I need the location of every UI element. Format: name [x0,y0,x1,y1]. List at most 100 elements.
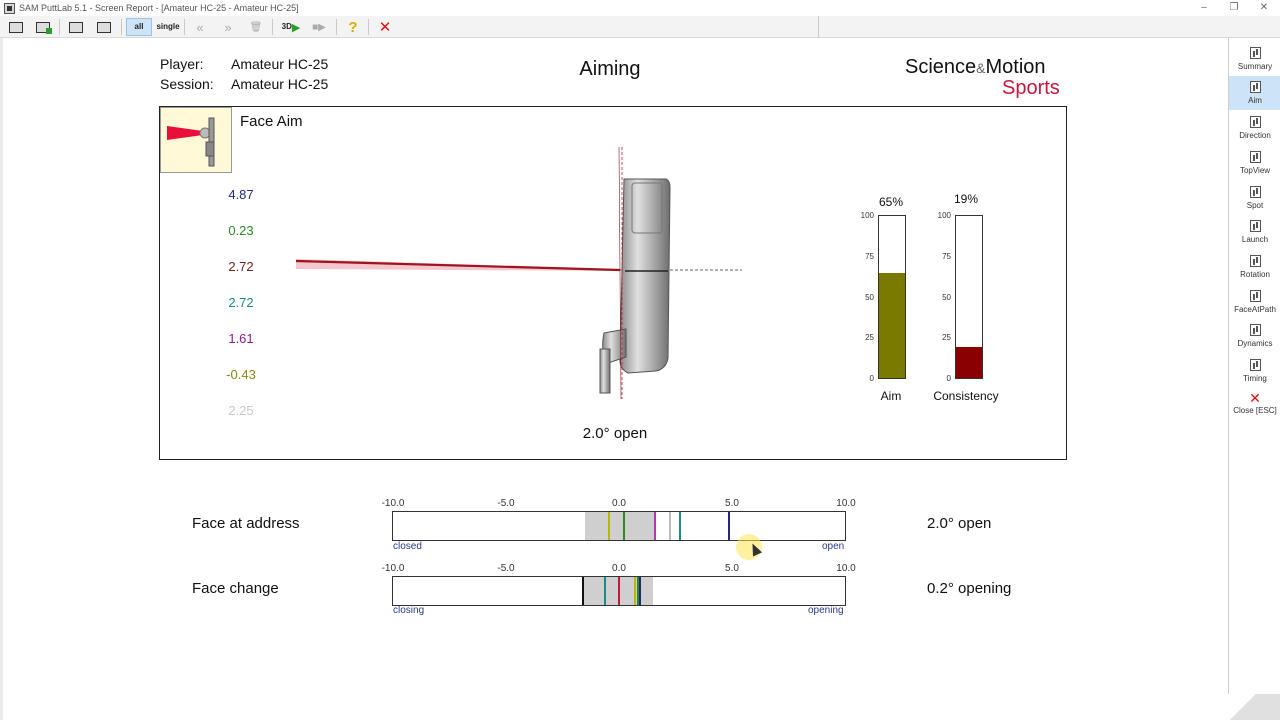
next-button[interactable]: » [217,18,239,36]
toolbar-separator [121,19,122,35]
watermark-logo [1222,694,1280,720]
scale-tick: 0.0 [612,498,626,509]
report-icon [1249,359,1261,371]
film-icon [9,21,23,33]
aim-percent: 65% [878,195,904,209]
gauge-tick: 75 [942,252,951,261]
face-at-address-scale [392,511,846,541]
gauge-tick: 75 [865,252,874,261]
open-session-button[interactable] [32,18,54,36]
save-icon [69,21,83,33]
threed-label: 3D [281,22,292,31]
window-title: SAM PuttLab 5.1 - Screen Report - [Amate… [19,3,299,13]
report-icon [1249,255,1261,267]
face-aim-thumbnail [160,107,232,173]
report-icon [1249,186,1261,198]
brand-science: Science [905,56,977,78]
nav-rotation[interactable]: Rotation [1229,250,1280,284]
nav-direction[interactable]: Direction [1229,111,1280,145]
close-icon: ✕ [1249,390,1261,406]
brand-sports: Sports [1002,77,1060,99]
nav-launch[interactable]: Launch [1229,215,1280,249]
face-change-label: Face change [192,580,279,597]
report-navigation: Summary Aim Direction TopView Spot Launc… [1228,38,1280,720]
brand-amp: & [976,60,986,76]
close-report-button[interactable]: ✕ [374,18,396,36]
nav-aim[interactable]: Aim [1229,76,1280,110]
face-aim-panel: Face Aim 4.87 0.23 2.72 2.72 1.61 -0.43 … [159,106,1067,460]
report-icon [1249,290,1261,302]
content-border [0,38,3,720]
nav-faceatpath[interactable]: FaceAtPath [1229,285,1280,319]
toolbar: all single « » 🗑 3D ▶ ■▶ ? ✕ [0,16,1280,38]
nav-topview[interactable]: TopView [1229,146,1280,180]
nav-label: Dynamics [1237,339,1273,348]
toolbar-separator [59,19,60,35]
brand-logo: Science&Motion [905,56,1046,79]
aim-value: 2.72 [228,295,254,310]
page-title: Aiming [579,58,641,80]
play-3d-button[interactable]: 3D ▶ [278,18,304,36]
film-add-icon [36,21,52,34]
print-button[interactable] [93,18,115,36]
minimize-button[interactable]: – [1188,0,1220,16]
restore-button[interactable]: ❐ [1218,0,1250,16]
toolbar-separator [336,19,337,35]
nav-timing[interactable]: Timing [1229,354,1280,388]
scale-right-end: open [822,541,845,552]
putter-aim-icon [167,117,215,167]
gauge-tick: 50 [942,293,951,302]
close-window-button[interactable]: ✕ [1248,0,1280,16]
scale-marker [623,512,626,540]
scale-marker [679,512,682,540]
scale-tick: 5.0 [725,498,739,509]
report-icon [1249,151,1261,163]
delete-button[interactable]: 🗑 [245,18,267,36]
nav-label: Aim [1248,96,1262,105]
aim-value: 4.87 [228,187,254,202]
scale-marker [604,577,607,605]
scale-right-end: opening [808,605,844,616]
nav-label: Summary [1237,62,1273,71]
print-icon [97,21,111,33]
all-putts-button[interactable]: all [126,18,152,36]
scale-tick: 5.0 [725,563,739,574]
gauge-tick: 50 [865,293,874,302]
nav-dynamics[interactable]: Dynamics [1229,319,1280,353]
session-label: Session: [160,76,214,92]
save-button[interactable] [65,18,87,36]
help-button[interactable]: ? [342,18,364,36]
aim-value: 2.25 [228,403,254,418]
camera-button[interactable]: ■▶ [306,18,332,36]
nav-spot[interactable]: Spot [1229,181,1280,215]
scale-tick: 0.0 [612,563,626,574]
toolbar-separator [184,19,185,35]
open-report-button[interactable] [5,18,27,36]
app-window: SAM PuttLab 5.1 - Screen Report - [Amate… [0,0,1280,720]
toolbar-separator [368,19,369,35]
nav-summary[interactable]: Summary [1229,42,1280,76]
nav-close[interactable]: ✕ Close [ESC] [1229,389,1280,423]
scale-left-end: closing [393,605,425,616]
gauge-tick: 25 [942,333,951,342]
camera-icon: ■▶ [312,21,326,33]
gauge-tick: 100 [937,211,951,220]
single-putt-button[interactable]: single [155,18,181,36]
nav-label: FaceAtPath [1234,305,1276,314]
scale-left-end: closed [393,541,422,552]
nav-label: Rotation [1240,270,1270,279]
previous-button[interactable]: « [189,18,211,36]
nav-label: TopView [1239,166,1271,175]
face-change-result: 0.2° opening [927,580,1012,597]
scale-tick: -5.0 [497,563,515,574]
consistency-gauge-fill [956,347,982,378]
gauge-tick: 100 [860,211,874,220]
aim-value: 0.23 [228,223,254,238]
report-icon [1249,220,1261,232]
scale-marker [633,577,636,605]
gauge-tick: 0 [946,374,951,383]
all-label: all [134,22,144,31]
brand-motion: Motion [985,56,1046,78]
report-icon [1249,116,1261,128]
scale-marker [581,577,584,605]
